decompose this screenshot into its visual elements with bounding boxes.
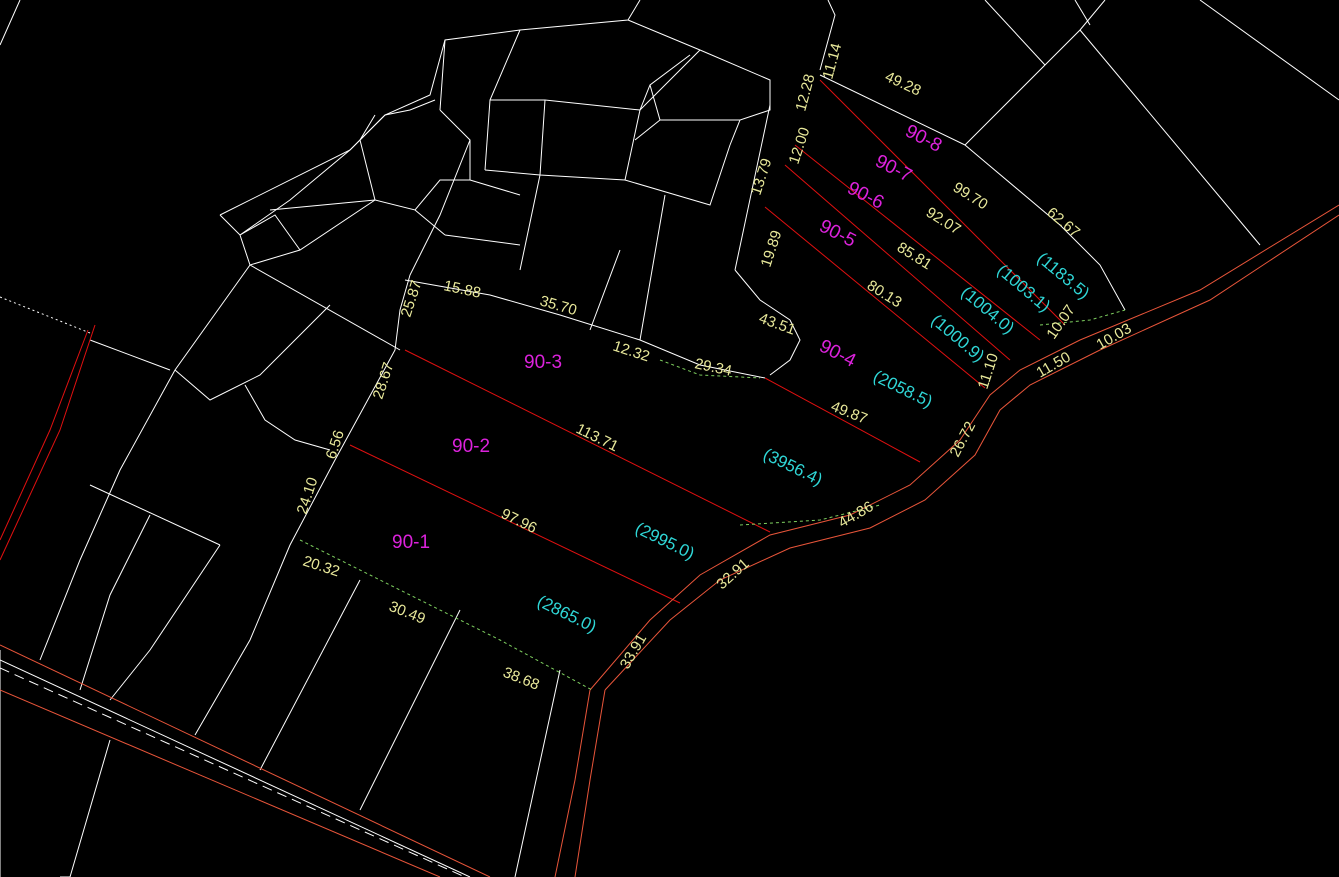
dim-43-51: 43.51	[757, 310, 798, 339]
dim-25-87: 25.87	[398, 278, 426, 319]
dim-113-71: 113.71	[573, 420, 621, 455]
dim-30-49: 30.49	[387, 598, 428, 628]
dim-20-32: 20.32	[301, 553, 342, 581]
area-label-90-2: (2995.0)	[632, 519, 697, 564]
dim-19-89: 19.89	[758, 228, 786, 269]
dim-12-28: 12.28	[792, 72, 818, 113]
area-label-90-5: (1000.9)	[927, 311, 988, 366]
parcel-labels: 90-1 90-2 90-3 90-4 90-5 90-6 90-7 90-8	[392, 121, 945, 553]
dim-35-70: 35.70	[538, 293, 579, 320]
dim-62-67: 62.67	[1043, 204, 1083, 241]
dim-49-28: 49.28	[882, 68, 923, 99]
dim-10-03: 10.03	[1094, 320, 1135, 353]
dim-13-79: 13.79	[748, 156, 776, 197]
dim-97-96: 97.96	[498, 505, 539, 537]
cadastral-map[interactable]: 90-1 90-2 90-3 90-4 90-5 90-6 90-7 90-8 …	[0, 0, 1339, 877]
dim-99-70: 99.70	[950, 179, 991, 213]
parcel-label-90-3[interactable]: 90-3	[524, 352, 562, 373]
dim-26-72: 26.72	[947, 419, 980, 460]
dim-29-34: 29.34	[693, 355, 733, 379]
dim-6-56: 6.56	[323, 428, 348, 461]
parcel-label-90-2[interactable]: 90-2	[452, 436, 490, 457]
parcel-label-90-6[interactable]: 90-6	[844, 178, 887, 214]
parcel-label-90-8[interactable]: 90-8	[902, 121, 945, 157]
area-label-90-3: (3956.4)	[760, 445, 825, 490]
dim-32-91: 32.91	[713, 555, 752, 593]
dim-33-91: 33.91	[617, 631, 650, 672]
dim-11-14: 11.14	[819, 41, 845, 81]
dim-44-86: 44.86	[836, 498, 877, 531]
dim-12-00: 12.00	[786, 125, 814, 166]
dim-80-13: 80.13	[864, 277, 905, 311]
area-label-90-1: (2865.0)	[534, 592, 599, 637]
dim-10-07: 10.07	[1043, 302, 1078, 343]
parcel-label-90-5[interactable]: 90-5	[816, 216, 859, 252]
dim-38-68: 38.68	[501, 664, 542, 694]
parcel-label-90-7[interactable]: 90-7	[872, 151, 915, 187]
dimension-labels: 11.14 12.28 49.28 12.00 13.79 99.70 62.6…	[294, 41, 1135, 693]
dim-15-88: 15.88	[442, 277, 482, 301]
boundary-lines	[0, 0, 1339, 877]
dim-28-67: 28.67	[370, 360, 398, 401]
area-label-90-6: (1004.0)	[957, 283, 1018, 338]
parcel-label-90-1[interactable]: 90-1	[392, 532, 430, 553]
dim-24-10: 24.10	[294, 475, 322, 516]
parcel-label-90-4[interactable]: 90-4	[816, 336, 860, 372]
area-label-90-4: (2058.5)	[870, 367, 935, 412]
dim-85-81: 85.81	[894, 239, 935, 273]
dim-92-07: 92.07	[923, 204, 964, 238]
